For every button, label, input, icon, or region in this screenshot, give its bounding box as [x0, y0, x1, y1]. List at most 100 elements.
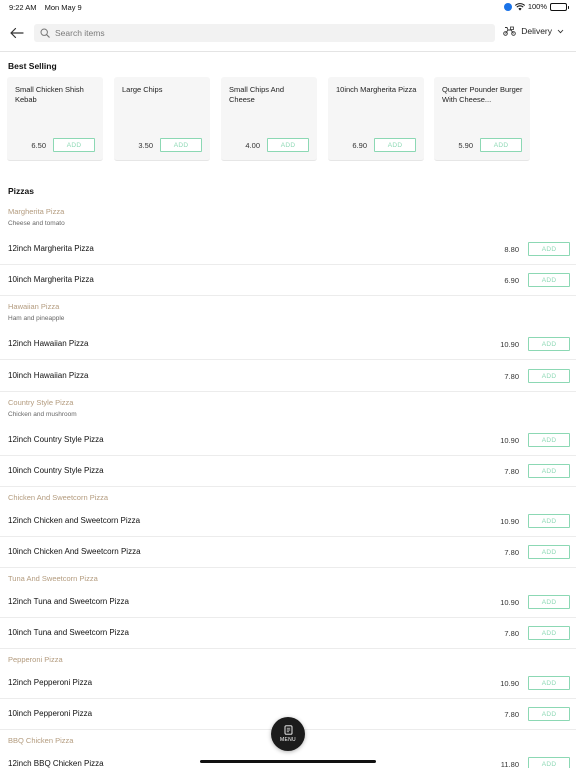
card-name: Small Chicken Shish Kebab — [15, 85, 84, 104]
item-name: 10inch Margherita Pizza — [8, 275, 94, 284]
add-button[interactable]: ADD — [528, 464, 570, 478]
group-title: Pepperoni Pizza — [8, 655, 63, 664]
item-name: 12inch Pepperoni Pizza — [8, 678, 93, 687]
item-name: 12inch Chicken and Sweetcorn Pizza — [8, 516, 141, 525]
card-name: Large Chips — [122, 85, 163, 94]
search-icon — [40, 28, 50, 38]
arrow-left-icon — [10, 27, 24, 39]
menu-item-row[interactable]: 10inch Chicken And Sweetcorn Pizza 7.80 … — [0, 537, 576, 568]
menu-item-row[interactable]: 10inch Country Style Pizza 7.80 ADD — [0, 456, 576, 487]
delivery-selector[interactable]: Delivery — [503, 26, 564, 36]
item-price: 7.80 — [504, 710, 519, 719]
card-price: 6.90 — [352, 141, 367, 150]
add-button[interactable]: ADD — [528, 433, 570, 447]
menu-item-row[interactable]: 12inch Chicken and Sweetcorn Pizza 10.90… — [0, 506, 576, 537]
group-description: Chicken and mushroom — [8, 411, 77, 418]
best-selling-card[interactable]: 10inch Margherita Pizza 6.90 ADD — [328, 77, 424, 161]
menu-button[interactable]: MENU — [271, 717, 305, 751]
add-button[interactable]: ADD — [480, 138, 522, 152]
add-button[interactable]: ADD — [528, 242, 570, 256]
best-selling-carousel: Small Chicken Shish Kebab 6.50 ADD Large… — [7, 77, 567, 161]
item-name: 10inch Chicken And Sweetcorn Pizza — [8, 547, 141, 556]
group-title: Country Style Pizza — [8, 398, 74, 407]
add-button[interactable]: ADD — [528, 707, 570, 721]
item-price: 11.80 — [500, 760, 519, 768]
menu-item-row[interactable]: 10inch Tuna and Sweetcorn Pizza 7.80 ADD — [0, 618, 576, 649]
item-price: 7.80 — [504, 372, 519, 381]
group-title: Hawaiian Pizza — [8, 302, 60, 311]
item-price: 10.90 — [500, 598, 519, 607]
battery-percent: 100% — [527, 2, 547, 11]
add-button[interactable]: ADD — [528, 273, 570, 287]
item-name: 12inch Margherita Pizza — [8, 244, 94, 253]
item-name: 12inch Tuna and Sweetcorn Pizza — [8, 597, 129, 606]
item-name: 10inch Pepperoni Pizza — [8, 709, 93, 718]
item-price: 10.90 — [500, 517, 519, 526]
menu-item-row[interactable]: 12inch Margherita Pizza 8.80 ADD — [0, 234, 576, 265]
best-selling-card[interactable]: Quarter Pounder Burger With Cheese... 5.… — [434, 77, 530, 161]
item-price: 7.80 — [504, 548, 519, 557]
top-header: Delivery — [0, 16, 576, 52]
item-price: 7.80 — [504, 629, 519, 638]
item-price: 8.80 — [504, 245, 519, 254]
item-name: 10inch Hawaiian Pizza — [8, 371, 89, 380]
group-title: BBQ Chicken Pizza — [8, 736, 74, 745]
card-price: 6.50 — [31, 141, 46, 150]
best-selling-card[interactable]: Small Chicken Shish Kebab 6.50 ADD — [7, 77, 103, 161]
menu-item-row[interactable]: 12inch Hawaiian Pizza 10.90 ADD — [0, 329, 576, 360]
add-button[interactable]: ADD — [53, 138, 95, 152]
item-name: 12inch Country Style Pizza — [8, 435, 104, 444]
menu-button-label: MENU — [280, 737, 296, 743]
menu-item-row[interactable]: 10inch Hawaiian Pizza 7.80 ADD — [0, 361, 576, 392]
menu-item-row[interactable]: 12inch Tuna and Sweetcorn Pizza 10.90 AD… — [0, 587, 576, 618]
back-button[interactable] — [8, 24, 26, 42]
group-title: Tuna And Sweetcorn Pizza — [8, 574, 98, 583]
best-selling-title: Best Selling — [8, 61, 57, 71]
add-button[interactable]: ADD — [528, 545, 570, 559]
menu-book-icon — [284, 725, 292, 735]
group-title: Chicken And Sweetcorn Pizza — [8, 493, 109, 502]
item-price: 7.80 — [504, 467, 519, 476]
group-title: Margherita Pizza — [8, 207, 65, 216]
pizzas-section-title: Pizzas — [8, 186, 34, 196]
item-price: 10.90 — [500, 679, 519, 688]
add-button[interactable]: ADD — [528, 626, 570, 640]
scooter-icon — [503, 26, 517, 36]
item-name: 10inch Country Style Pizza — [8, 466, 104, 475]
home-indicator — [200, 760, 376, 763]
search-bar[interactable] — [34, 24, 495, 42]
menu-item-row[interactable]: 12inch Country Style Pizza 10.90 ADD — [0, 425, 576, 456]
wifi-icon — [514, 2, 525, 10]
card-name: 10inch Margherita Pizza — [336, 85, 417, 94]
menu-item-row[interactable]: 12inch BBQ Chicken Pizza 11.80 ADD — [0, 749, 576, 768]
add-button[interactable]: ADD — [528, 514, 570, 528]
group-description: Cheese and tomato — [8, 220, 65, 227]
item-price: 10.90 — [500, 436, 519, 445]
card-name: Small Chips And Cheese — [229, 85, 285, 104]
location-icon — [503, 2, 512, 11]
battery-icon — [550, 2, 569, 11]
status-date: Mon May 9 — [44, 3, 82, 12]
group-description: Ham and pineapple — [8, 315, 65, 322]
card-price: 3.50 — [138, 141, 153, 150]
best-selling-card[interactable]: Large Chips 3.50 ADD — [114, 77, 210, 161]
search-input[interactable] — [55, 28, 455, 38]
add-button[interactable]: ADD — [374, 138, 416, 152]
add-button[interactable]: ADD — [528, 595, 570, 609]
item-price: 10.90 — [500, 340, 519, 349]
add-button[interactable]: ADD — [528, 369, 570, 383]
add-button[interactable]: ADD — [528, 676, 570, 690]
status-time: 9:22 AM — [9, 3, 37, 12]
card-price: 5.90 — [458, 141, 473, 150]
add-button[interactable]: ADD — [528, 757, 570, 768]
item-name: 12inch BBQ Chicken Pizza — [8, 759, 104, 768]
add-button[interactable]: ADD — [528, 337, 570, 351]
best-selling-card[interactable]: Small Chips And Cheese 4.00 ADD — [221, 77, 317, 161]
add-button[interactable]: ADD — [267, 138, 309, 152]
menu-item-row[interactable]: 10inch Margherita Pizza 6.90 ADD — [0, 265, 576, 296]
card-name: Quarter Pounder Burger With Cheese... — [442, 85, 523, 104]
add-button[interactable]: ADD — [160, 138, 202, 152]
delivery-label: Delivery — [521, 26, 552, 36]
card-price: 4.00 — [245, 141, 260, 150]
menu-item-row[interactable]: 12inch Pepperoni Pizza 10.90 ADD — [0, 668, 576, 699]
